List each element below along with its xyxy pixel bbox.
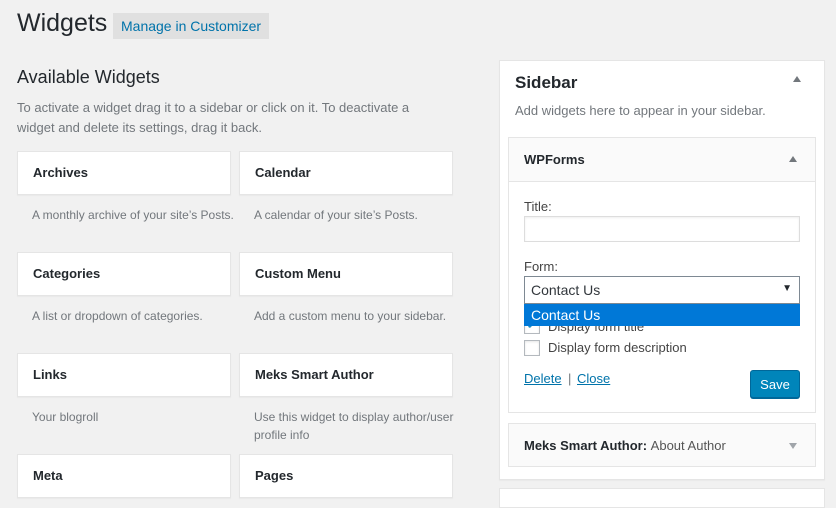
sidebar-title: Sidebar [515,73,578,92]
sidebar-panel: Sidebar Add widgets here to appear in yo… [499,60,825,480]
widget-categories[interactable]: Categories [17,252,231,296]
wpforms-widget-title: WPForms [524,152,585,167]
sidebar-description: Add widgets here to appear in your sideb… [515,103,766,118]
caret-down-icon: ▼ [782,283,792,294]
widget-label: Calendar [255,165,311,180]
meks-widget-subtitle: About Author [650,438,726,453]
form-select-value: Contact Us [531,282,601,298]
widget-label: Meta [33,468,63,483]
widget-description: A monthly archive of your site’s Posts. [32,208,234,222]
widget-label: Categories [33,266,101,281]
display-form-description-checkbox[interactable] [524,340,540,356]
meks-smart-author-widget[interactable]: Meks Smart Author: About Author [508,423,816,467]
dropdown-option-contact-us[interactable]: Contact Us [531,307,600,323]
widget-pages[interactable]: Pages [239,454,453,498]
widget-description: Add a custom menu to your sidebar. [254,309,447,323]
widget-description: A list or dropdown of categories. [32,309,203,323]
widget-meks-smart-author[interactable]: Meks Smart Author [239,353,453,397]
collapse-sidebar-icon[interactable] [793,76,801,82]
form-dropdown-list: Contact Us [524,304,800,326]
form-select[interactable]: Contact Us ▼ [524,276,800,304]
widget-custom-menu[interactable]: Custom Menu [239,252,453,296]
delete-link[interactable]: Delete [524,371,562,386]
wpforms-widget-header[interactable]: WPForms [509,138,815,182]
meks-widget-title: Meks Smart Author: About Author [524,438,726,453]
widget-description: Use this widget to display author/user p… [254,410,454,442]
manage-in-customizer-button[interactable]: Manage in Customizer [113,13,270,39]
form-label: Form: [524,259,558,274]
widget-label: Pages [255,468,294,483]
widget-description: A calendar of your site’s Posts. [254,208,418,222]
collapse-widget-icon[interactable] [789,156,797,162]
widget-links[interactable]: Links [17,353,231,397]
display-form-description-label: Display form description [548,340,687,355]
title-label: Title: [524,199,552,214]
wpforms-widget: WPForms Title: Form: Contact Us ▼ ✔ Disp… [508,137,816,413]
widget-label: Meks Smart Author [255,367,374,382]
widget-label: Custom Menu [255,266,341,281]
next-sidebar-panel [499,488,825,508]
widget-label: Links [33,367,67,382]
close-link[interactable]: Close [577,371,610,386]
widget-label: Archives [33,165,88,180]
meks-widget-name: Meks Smart Author: [524,438,648,453]
page-title: Widgets [17,9,108,37]
widget-archives[interactable]: Archives [17,151,231,195]
available-widgets-description: To activate a widget drag it to a sideba… [17,100,410,135]
widget-calendar[interactable]: Calendar [239,151,453,195]
expand-widget-icon[interactable] [789,443,797,449]
title-input[interactable] [524,216,800,242]
widget-description: Your blogroll [32,410,99,424]
save-button[interactable]: Save [750,370,800,398]
available-widgets-title: Available Widgets [17,67,160,87]
link-separator: | [568,371,572,386]
widget-meta[interactable]: Meta [17,454,231,498]
